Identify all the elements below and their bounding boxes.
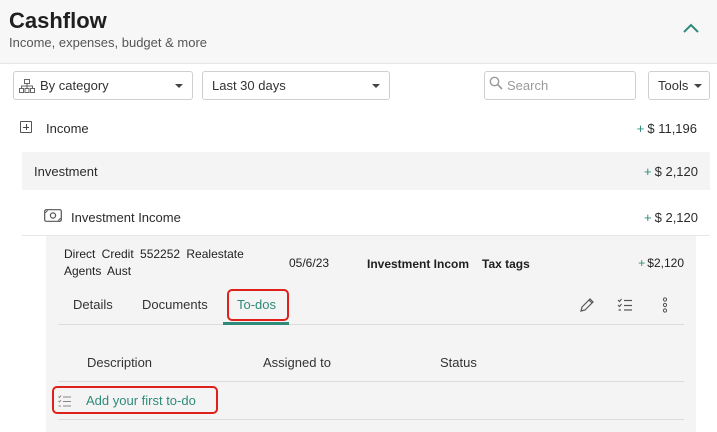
add-todo-row: Add your first to-do [52,382,684,420]
column-description: Description [87,355,153,370]
transaction-category[interactable]: Investment Income [367,257,469,271]
tools-label: Tools [658,78,689,93]
checklist-icon[interactable] [616,296,634,314]
chevron-down-icon [694,84,702,88]
todos-highlight-box [227,289,289,321]
transaction-amount: + $2,120 [638,256,684,270]
more-vertical-icon[interactable] [656,296,674,314]
active-tab-indicator [223,322,289,325]
search-input[interactable] [507,78,627,93]
chevron-down-icon [372,84,380,88]
page-subtitle: Income, expenses, budget & more [9,35,208,50]
collapse-chevron-up-icon[interactable] [681,20,701,36]
tab-details[interactable]: Details [73,297,113,312]
chevron-down-icon [175,84,183,88]
detail-tabs: Details Documents To-dos [58,286,684,325]
investment-income-amount: + $ 2,120 [644,210,698,225]
transaction-tax-tags[interactable]: Tax tags [482,257,530,271]
money-icon [44,209,62,225]
date-range-select[interactable]: Last 30 days [202,71,390,100]
pencil-icon[interactable] [578,296,596,314]
transaction-description: Direct Credit 552252 Realestate Agents A… [64,247,244,278]
date-range-value: Last 30 days [212,78,286,93]
column-assigned-to: Assigned to [263,355,331,370]
investment-income-row[interactable]: Investment Income + $ 2,120 [22,196,710,236]
transaction-date: 05/6/23 [289,256,330,270]
checklist-icon [58,394,72,412]
search-icon [489,76,503,95]
add-first-todo-link[interactable]: Add your first to-do [86,393,196,408]
todo-table-header: Description Assigned to Status [58,346,684,382]
income-amount: + $ 11,196 [636,121,697,136]
group-by-select[interactable]: By category [13,71,193,100]
tools-button[interactable]: Tools [648,71,710,100]
group-by-value: By category [40,78,109,93]
expand-plus-icon[interactable] [20,121,32,133]
filter-toolbar: By category Last 30 days Tools [0,64,717,109]
investment-label: Investment [34,164,98,179]
tab-documents[interactable]: Documents [142,297,208,312]
column-status: Status [440,355,477,370]
hierarchy-icon [19,78,35,93]
investment-income-label: Investment Income [71,210,181,225]
income-label: Income [46,121,89,136]
investment-row[interactable]: Investment + $ 2,120 [22,152,710,190]
income-row[interactable]: Income + $ 11,196 [0,109,717,147]
cashflow-header: Cashflow Income, expenses, budget & more [0,0,717,64]
transaction-detail-panel: Direct Credit 552252 Realestate Agents A… [46,236,696,432]
search-box[interactable] [484,71,636,100]
page-title: Cashflow [9,8,107,33]
investment-amount: + $ 2,120 [644,164,698,179]
